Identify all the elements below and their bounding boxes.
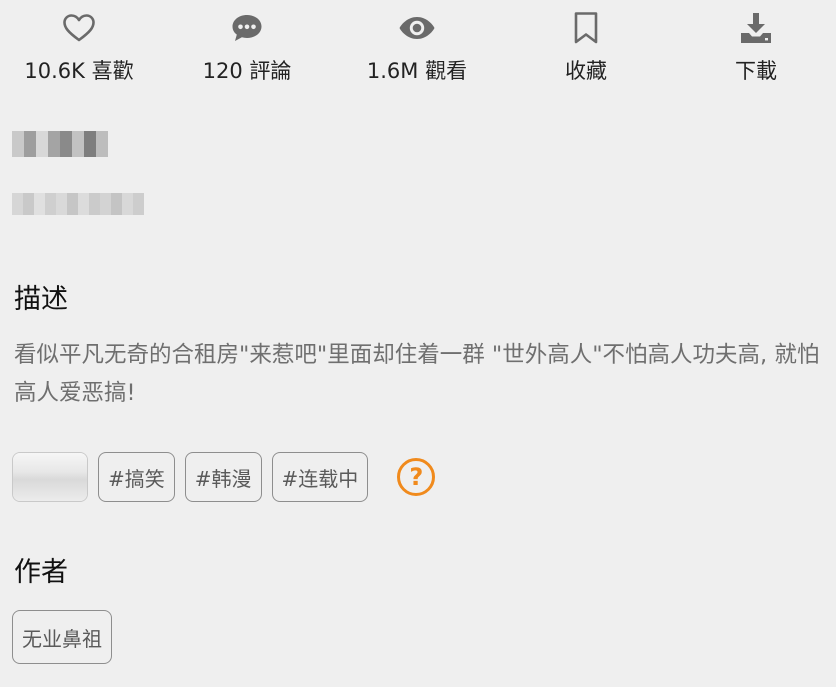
download-button[interactable]: 下載 — [681, 8, 831, 92]
comment-count-label: 120 評論 — [202, 59, 292, 83]
help-question-icon[interactable]: ? — [397, 458, 436, 496]
favorite-button[interactable]: 收藏 — [511, 8, 661, 92]
action-bar: 10.6K 喜歡 120 評論 1.6M 觀看 收藏 下載 — [0, 0, 836, 100]
redacted-tag[interactable] — [12, 452, 88, 502]
view-count-label: 1.6M 觀看 — [366, 59, 468, 83]
comic-detail-page: 10.6K 喜歡 120 評論 1.6M 觀看 收藏 下載 描述 看似平凡无奇的… — [0, 0, 836, 687]
description-text: 看似平凡无奇的合租房"来惹吧"里面却住着一群 "世外高人"不怕高人功夫高, 就怕… — [14, 342, 820, 406]
heart-outline-icon — [59, 8, 99, 48]
eye-icon — [397, 8, 437, 48]
download-label: 下載 — [735, 59, 777, 83]
speech-bubble-icon — [227, 8, 267, 48]
view-count[interactable]: 1.6M 觀看 — [342, 8, 492, 92]
like-count-label: 10.6K 喜歡 — [24, 59, 134, 83]
tag-chip[interactable]: #搞笑 — [98, 452, 175, 502]
download-tray-icon — [736, 8, 776, 48]
like-button[interactable]: 10.6K 喜歡 — [4, 8, 154, 92]
tag-chip[interactable]: #连载中 — [271, 452, 369, 502]
comment-button[interactable]: 120 評論 — [172, 8, 322, 92]
author-chip[interactable]: 无业鼻祖 — [12, 610, 112, 664]
author-heading: 作者 — [14, 557, 68, 588]
redaction-blur — [13, 453, 87, 501]
tag-chip[interactable]: #韩漫 — [184, 452, 262, 502]
tag-list: #搞笑 #韩漫 #连载中 ? — [12, 450, 436, 504]
favorite-label: 收藏 — [565, 59, 607, 83]
redacted-subtitle — [12, 193, 144, 215]
description-heading: 描述 — [14, 284, 68, 315]
redacted-title — [12, 131, 108, 157]
bookmark-outline-icon — [566, 8, 606, 48]
